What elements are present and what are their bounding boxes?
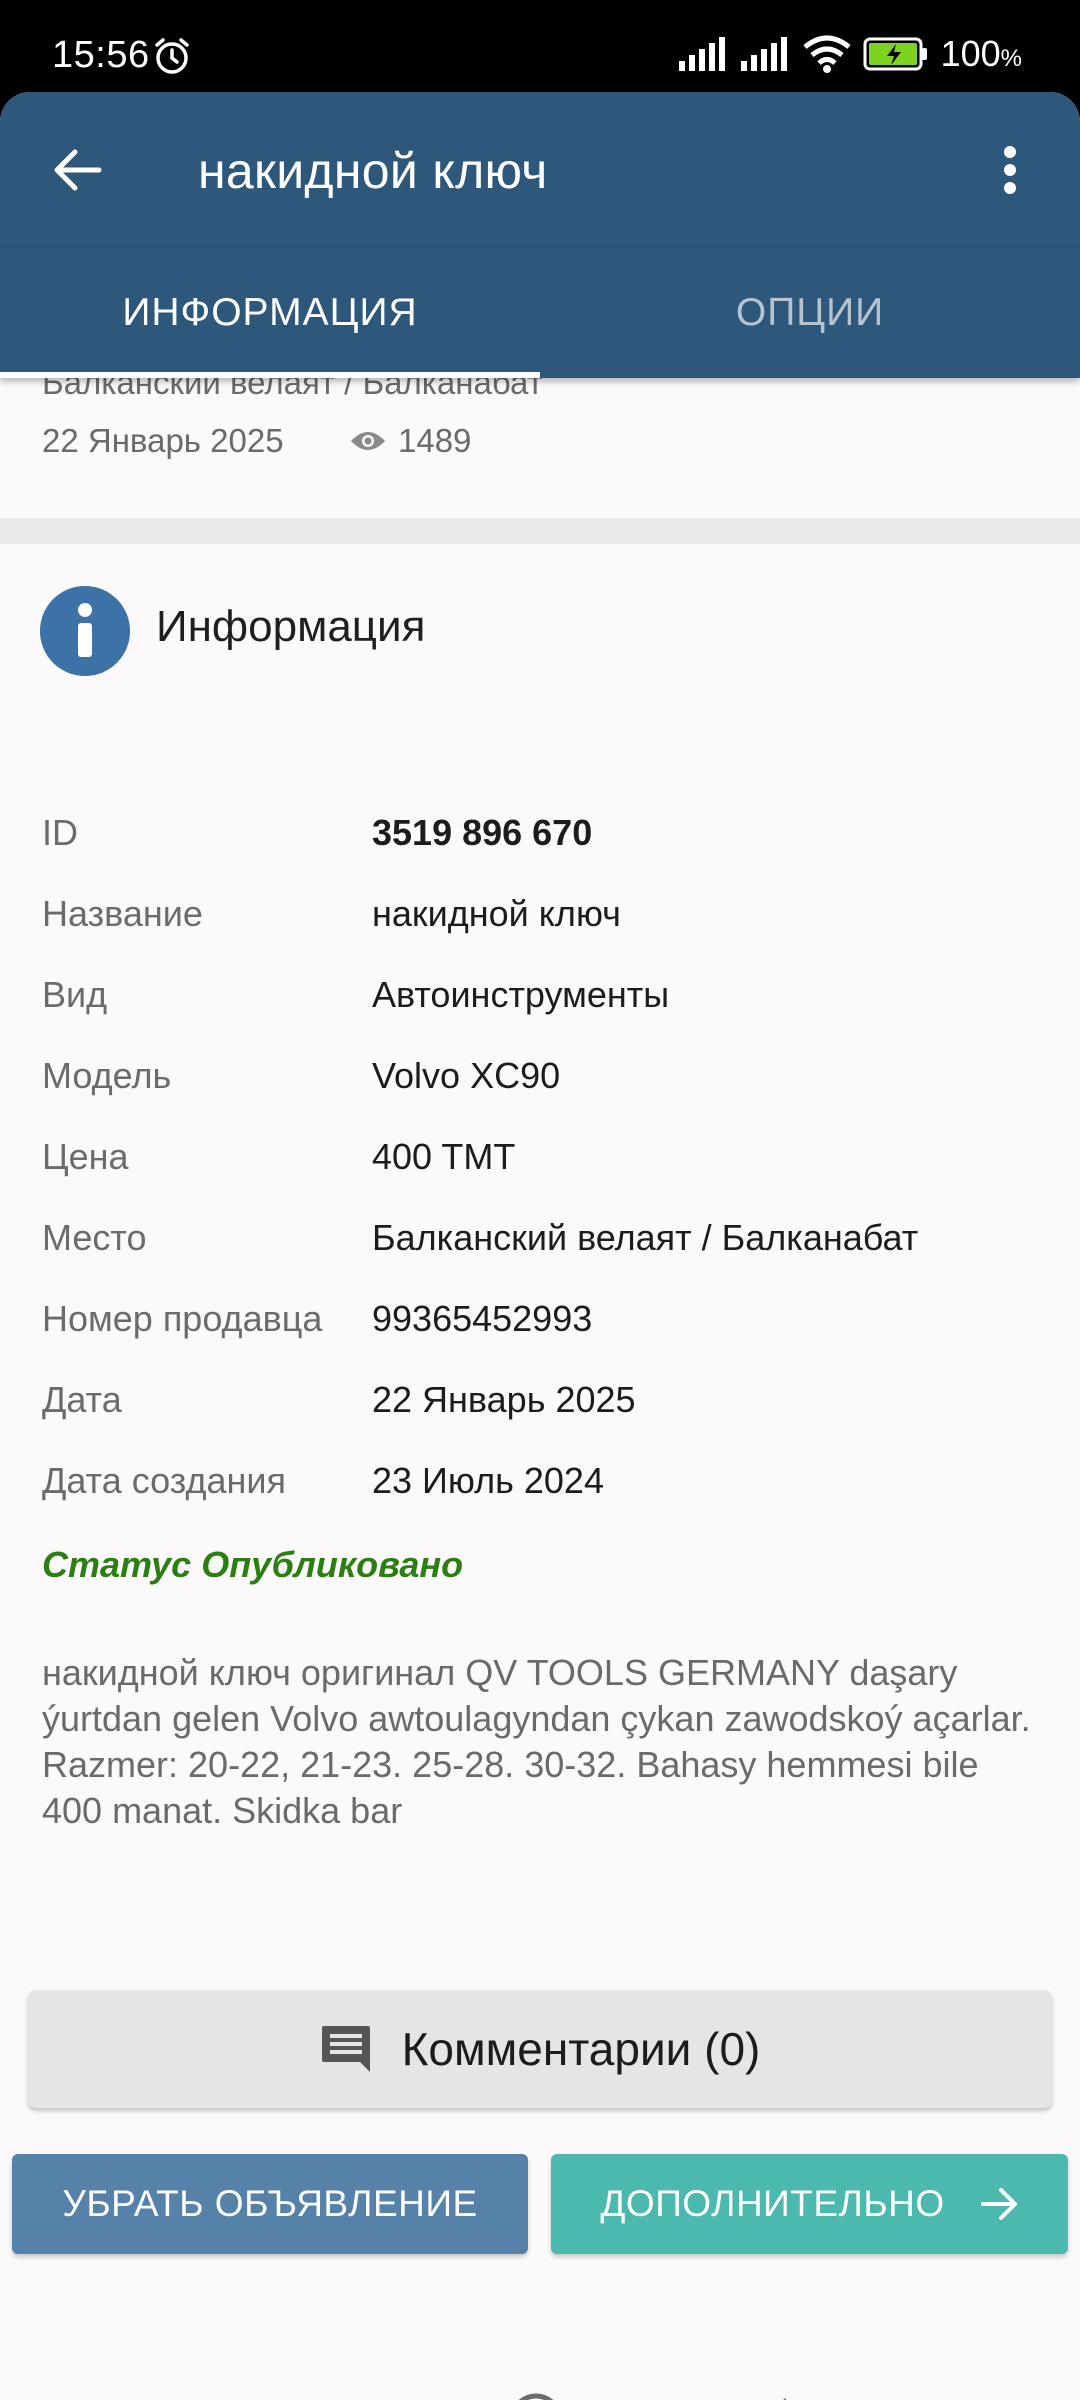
status-bar: 15:56 100% <box>0 0 1080 100</box>
alarm-icon <box>155 38 189 74</box>
info-value-type: Автоинструменты <box>372 974 670 1015</box>
eye-icon <box>351 432 385 450</box>
tab-options[interactable]: ОПЦИИ <box>540 248 1080 378</box>
info-label-name: Название <box>42 893 203 934</box>
wifi-icon <box>802 35 851 73</box>
info-label-date: Дата <box>42 1379 122 1420</box>
info-label-place: Место <box>42 1217 147 1258</box>
info-label-id: ID <box>42 812 78 853</box>
info-value-model: Volvo XC90 <box>372 1055 561 1096</box>
status-time: 15:56 <box>52 34 150 76</box>
info-icon <box>40 586 130 676</box>
arrow-right-icon <box>980 2188 1017 2220</box>
app-screen: накидной ключ ИНФОРМАЦИЯ ОПЦИИ Балкански… <box>0 92 1080 2400</box>
listing-description: накидной ключ оригинал QV TOOLS GERMANY … <box>42 1652 1031 1831</box>
info-section-title: Информация <box>156 602 426 651</box>
tab-bar: ИНФОРМАЦИЯ ОПЦИИ <box>0 248 1080 378</box>
app-bar: накидной ключ <box>0 92 1080 248</box>
info-value-date: 22 Январь 2025 <box>372 1379 636 1420</box>
back-button[interactable] <box>40 132 116 208</box>
info-label-price: Цена <box>42 1136 129 1177</box>
battery-icon <box>863 37 927 71</box>
info-label-seller-phone: Номер продавца <box>42 1298 323 1339</box>
info-label-created: Дата создания <box>42 1460 286 1501</box>
info-value-place: Балканский велаят / Балканабат <box>372 1217 919 1258</box>
comment-icon <box>321 2026 370 2072</box>
info-value-name: накидной ключ <box>372 893 621 934</box>
tab-indicator <box>0 372 540 378</box>
info-label-model: Модель <box>42 1055 172 1096</box>
signal-icon <box>740 37 787 71</box>
back-arrow-icon <box>54 149 102 191</box>
battery-text: 100% <box>940 33 1022 74</box>
info-value-price: 400 TMT <box>372 1136 516 1177</box>
tab-information[interactable]: ИНФОРМАЦИЯ <box>0 248 540 378</box>
system-nav-bar <box>0 2324 1080 2400</box>
comments-button[interactable]: Комментарии (0) <box>28 1990 1052 2108</box>
more-button[interactable]: ДОПОЛНИТЕЛЬНО <box>551 2154 1068 2254</box>
more-options-button[interactable] <box>980 132 1040 208</box>
listing-views: 1489 <box>350 422 471 460</box>
signal-icon <box>678 37 725 71</box>
listing-date: 22 Январь 2025 <box>42 422 284 459</box>
info-value-id: 3519 896 670 <box>372 812 593 853</box>
more-vert-icon <box>1004 146 1016 194</box>
remove-listing-label: УБРАТЬ ОБЪЯВЛЕНИЕ <box>62 2183 478 2224</box>
info-value-seller-phone[interactable]: 99365452993 <box>372 1298 592 1340</box>
nav-back-icon[interactable] <box>746 2396 788 2400</box>
more-label: ДОПОЛНИТЕЛЬНО <box>600 2183 945 2224</box>
info-label-type: Вид <box>42 974 108 1015</box>
section-divider <box>0 518 1080 544</box>
page-title: накидной ключ <box>198 143 548 199</box>
status-icons: 100% <box>678 32 1022 76</box>
status-badge: Статус Опубликовано <box>42 1544 464 1585</box>
nav-home-icon[interactable] <box>508 2392 564 2400</box>
remove-listing-button[interactable]: УБРАТЬ ОБЪЯВЛЕНИЕ <box>12 2154 528 2254</box>
views-count: 1489 <box>398 422 472 459</box>
info-value-created: 23 Июль 2024 <box>372 1460 604 1501</box>
comments-label: Комментарии (0) <box>401 2023 761 2075</box>
